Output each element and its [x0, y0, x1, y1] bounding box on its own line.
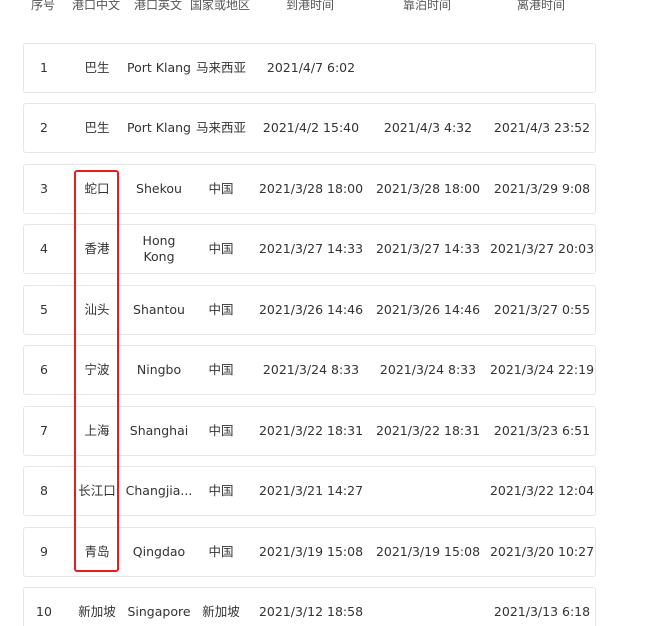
cell-arrival: 2021/3/26 14:46 [258, 302, 364, 317]
cell-idx: 7 [40, 423, 48, 438]
cell-departure: 2021/3/27 0:55 [493, 302, 591, 317]
cell-country: 中国 [208, 302, 234, 317]
cell-berth: 2021/3/19 15:08 [375, 544, 481, 559]
cell-berth: 2021/3/27 14:33 [375, 241, 481, 256]
cell-arrival: 2021/3/28 18:00 [258, 181, 364, 196]
cell-port-en: Hong Kong [142, 233, 176, 264]
cell-port-en: Qingdao [132, 544, 186, 559]
cell-port-en: Shekou [136, 181, 182, 196]
cell-departure: 2021/3/13 6:18 [493, 604, 591, 619]
cell-country: 中国 [208, 423, 234, 438]
header-berth: 靠泊时间 [402, 0, 452, 12]
cell-port-en: Port Klang [127, 60, 191, 75]
cell-departure: 2021/3/24 22:19 [489, 362, 595, 377]
cell-country: 马来西亚 [195, 60, 247, 75]
cell-idx: 4 [40, 241, 48, 256]
table-row[interactable]: 5 汕头 Shantou 中国 2021/3/26 14:46 2021/3/2… [23, 285, 596, 335]
table-row[interactable]: 2 巴生 Port Klang 马来西亚 2021/4/2 15:40 2021… [23, 103, 596, 153]
cell-idx: 1 [40, 60, 48, 75]
table-row[interactable]: 9 青岛 Qingdao 中国 2021/3/19 15:08 2021/3/1… [23, 527, 596, 577]
cell-departure: 2021/3/22 12:04 [489, 483, 595, 498]
cell-departure: 2021/3/27 20:03 [489, 241, 595, 256]
cell-arrival: 2021/4/7 6:02 [266, 60, 356, 75]
header-departure: 离港时间 [516, 0, 566, 12]
cell-idx: 8 [40, 483, 48, 498]
cell-port-cn: 香港 [84, 241, 110, 256]
header-idx: 序号 [30, 0, 56, 12]
port-schedule-viewport: 序号 港口中文 港口英文 国家或地区 到港时间 靠泊时间 离港时间 1 巴生 P… [0, 0, 669, 626]
cell-berth: 2021/3/24 8:33 [379, 362, 477, 377]
table-row[interactable]: 8 长江口 Changjia... 中国 2021/3/21 14:27 202… [23, 466, 596, 516]
cell-berth: 2021/3/26 14:46 [375, 302, 481, 317]
cell-port-cn: 新加坡 [78, 604, 116, 619]
cell-berth: 2021/3/28 18:00 [375, 181, 481, 196]
cell-arrival: 2021/3/22 18:31 [258, 423, 364, 438]
cell-departure: 2021/3/23 6:51 [493, 423, 591, 438]
cell-port-en: Shanghai [129, 423, 189, 438]
cell-port-en: Port Klang [127, 120, 191, 135]
cell-idx: 10 [36, 604, 52, 619]
cell-country: 马来西亚 [195, 120, 247, 135]
cell-arrival: 2021/3/27 14:33 [258, 241, 364, 256]
cell-port-cn: 上海 [84, 423, 110, 438]
cell-country: 中国 [208, 181, 234, 196]
cell-port-en: Shantou [133, 302, 185, 317]
table-row[interactable]: 3 蛇口 Shekou 中国 2021/3/28 18:00 2021/3/28… [23, 164, 596, 214]
cell-port-en: Singapore [127, 604, 191, 619]
cell-port-cn: 青岛 [84, 544, 110, 559]
cell-port-cn: 汕头 [84, 302, 110, 317]
cell-idx: 3 [40, 181, 48, 196]
table-row[interactable]: 4 香港 Hong Kong 中国 2021/3/27 14:33 2021/3… [23, 224, 596, 274]
header-port-cn: 港口中文 [71, 0, 121, 12]
cell-berth: 2021/3/22 18:31 [375, 423, 481, 438]
cell-port-cn: 宁波 [84, 362, 110, 377]
cell-arrival: 2021/3/24 8:33 [262, 362, 360, 377]
cell-arrival: 2021/3/12 18:58 [258, 604, 364, 619]
cell-country: 中国 [208, 241, 234, 256]
cell-idx: 5 [40, 302, 48, 317]
cell-country: 中国 [208, 544, 234, 559]
table-row[interactable]: 7 上海 Shanghai 中国 2021/3/22 18:31 2021/3/… [23, 406, 596, 456]
header-port-en: 港口英文 [133, 0, 183, 12]
table-row[interactable]: 1 巴生 Port Klang 马来西亚 2021/4/7 6:02 [23, 43, 596, 93]
cell-departure: 2021/3/29 9:08 [493, 181, 591, 196]
cell-port-cn: 蛇口 [84, 181, 110, 196]
table-row[interactable]: 6 宁波 Ningbo 中国 2021/3/24 8:33 2021/3/24 … [23, 345, 596, 395]
table-row[interactable]: 10 新加坡 Singapore 新加坡 2021/3/12 18:58 202… [23, 587, 596, 626]
cell-port-en: Ningbo [136, 362, 182, 377]
cell-port-cn: 巴生 [84, 60, 110, 75]
cell-idx: 2 [40, 120, 48, 135]
cell-berth: 2021/4/3 4:32 [383, 120, 473, 135]
cell-idx: 6 [40, 362, 48, 377]
cell-country: 中国 [208, 483, 234, 498]
cell-departure: 2021/4/3 23:52 [493, 120, 591, 135]
cell-country: 中国 [208, 362, 234, 377]
cell-country: 新加坡 [202, 604, 240, 619]
cell-port-cn: 巴生 [84, 120, 110, 135]
header-arrival: 到港时间 [285, 0, 335, 12]
cell-arrival: 2021/3/21 14:27 [258, 483, 364, 498]
cell-port-en: Changjia... [125, 483, 193, 498]
cell-port-cn: 长江口 [78, 483, 116, 498]
cell-departure: 2021/3/20 10:27 [489, 544, 595, 559]
cell-arrival: 2021/3/19 15:08 [258, 544, 364, 559]
table-header: 序号 港口中文 港口英文 国家或地区 到港时间 靠泊时间 离港时间 [23, 0, 598, 16]
header-country: 国家或地区 [189, 0, 251, 12]
cell-arrival: 2021/4/2 15:40 [262, 120, 360, 135]
cell-idx: 9 [40, 544, 48, 559]
